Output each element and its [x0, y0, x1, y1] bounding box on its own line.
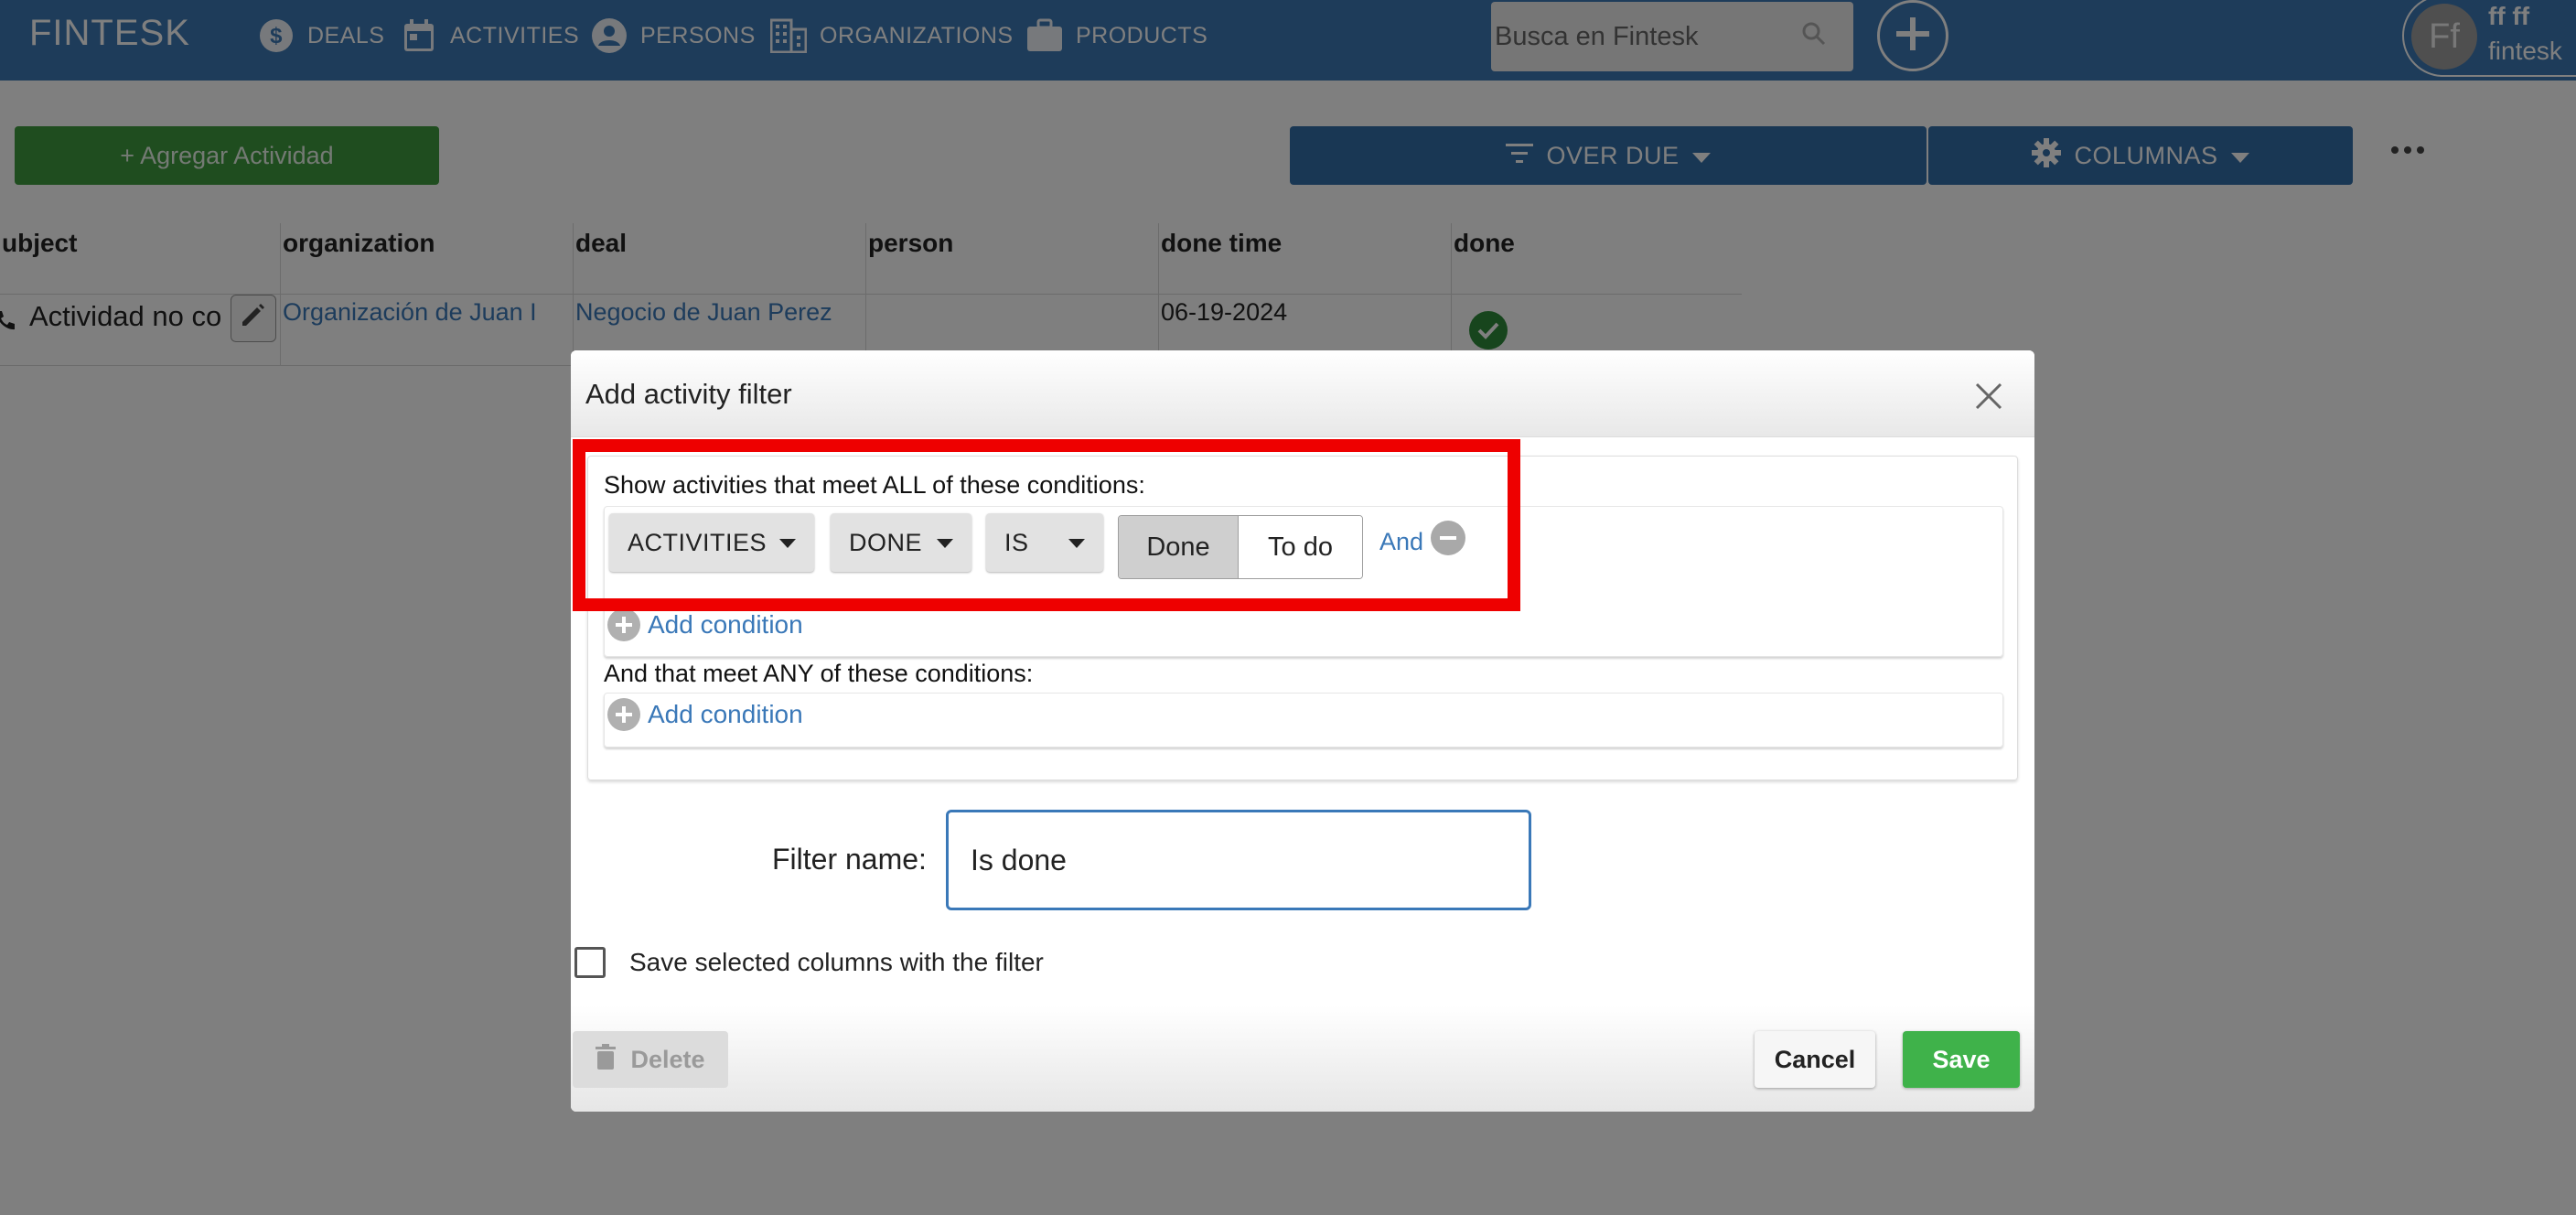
save-columns-label: Save selected columns with the filter [629, 948, 1044, 976]
delete-label: Delete [630, 1045, 705, 1073]
add-condition-label: Add condition [648, 700, 803, 728]
highlight-box [573, 439, 1520, 611]
dialog-footer: Delete Cancel Save [571, 1005, 2034, 1112]
dialog-title: Add activity filter [585, 378, 792, 410]
add-condition-label: Add condition [648, 610, 803, 639]
save-columns-option[interactable]: Save selected columns with the filter [574, 947, 1044, 978]
add-all-condition-button[interactable]: Add condition [607, 608, 803, 641]
delete-button[interactable]: Delete [573, 1031, 728, 1088]
dialog-header: Add activity filter [571, 350, 2034, 437]
add-any-condition-button[interactable]: Add condition [607, 698, 803, 731]
save-button[interactable]: Save [1903, 1031, 2020, 1088]
close-icon[interactable] [1970, 378, 2007, 414]
trash-icon [596, 1043, 617, 1076]
add-activity-filter-dialog: Add activity filter Show activities that… [571, 350, 2034, 1112]
cancel-button[interactable]: Cancel [1755, 1031, 1875, 1088]
plus-circle-icon [607, 608, 640, 641]
filter-name-input[interactable] [946, 810, 1531, 910]
any-conditions-box [604, 693, 2003, 747]
plus-circle-icon [607, 698, 640, 731]
any-conditions-title: And that meet ANY of these conditions: [604, 660, 1034, 687]
filter-name-label: Filter name: [772, 843, 927, 876]
save-columns-checkbox[interactable] [574, 947, 606, 978]
